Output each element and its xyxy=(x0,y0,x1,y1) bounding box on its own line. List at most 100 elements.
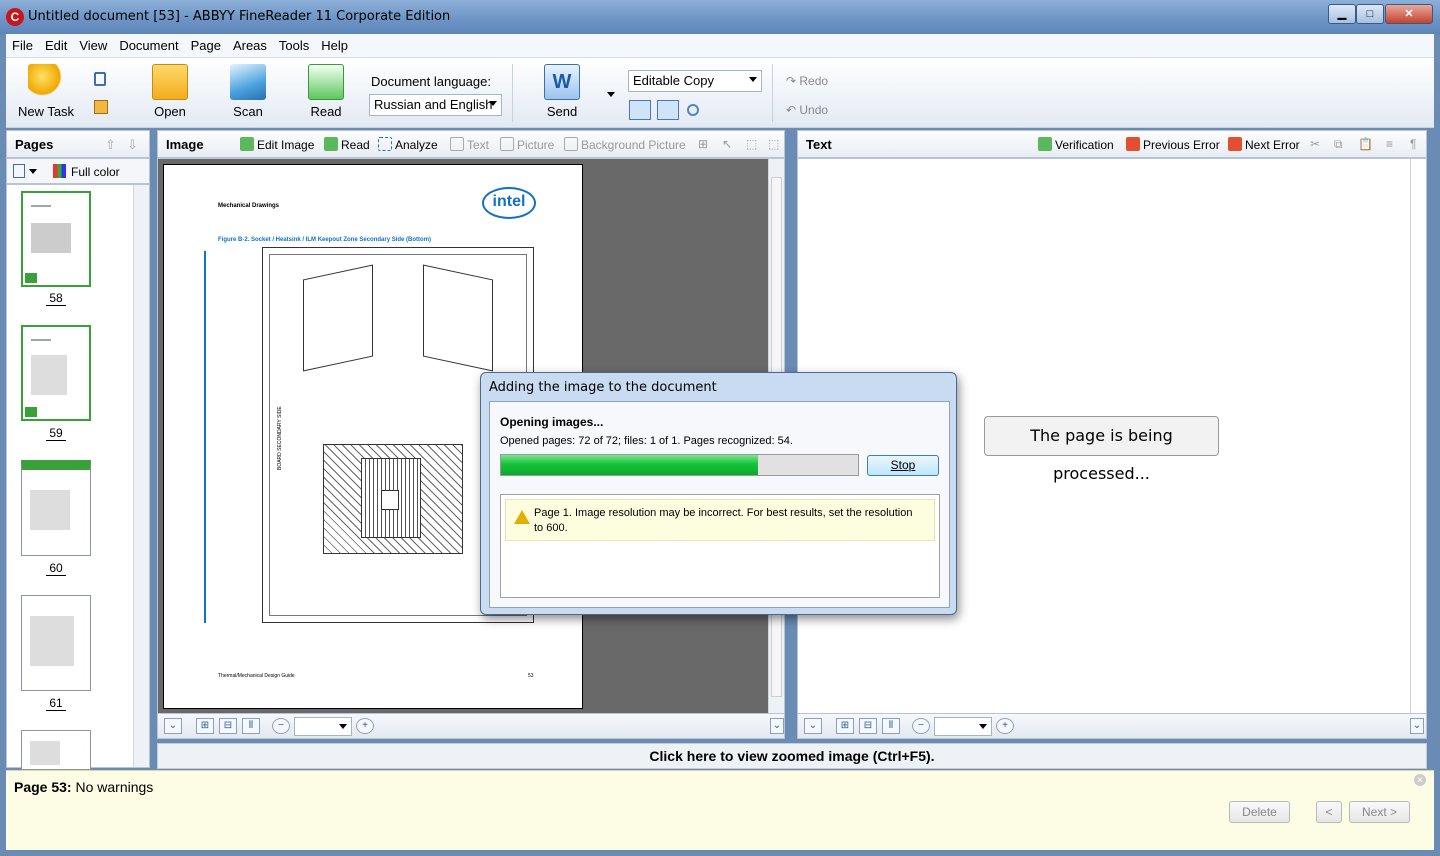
text-scrollbar[interactable] xyxy=(1410,159,1426,713)
layout-text-icon[interactable] xyxy=(657,100,679,120)
output-format-select[interactable]: Editable Copy xyxy=(628,70,762,92)
new-task-button[interactable]: New Task xyxy=(14,64,78,119)
fit-page-icon[interactable]: ⊞ xyxy=(196,718,214,734)
verification-button[interactable]: Verification xyxy=(1038,137,1114,152)
app-icon: C xyxy=(6,8,24,26)
pages-scrollbar[interactable] xyxy=(133,185,149,767)
stop-button[interactable]: Stop xyxy=(867,455,939,476)
document-language-select[interactable]: Russian and English xyxy=(369,94,502,116)
crop-icon[interactable]: ⬚ xyxy=(746,137,757,151)
doc-footer-right: 53 xyxy=(528,673,534,679)
scroll-down-icon[interactable]: ⌄ xyxy=(1410,718,1424,734)
chevron-down-icon[interactable] xyxy=(29,169,37,174)
page-thumbnail[interactable] xyxy=(21,191,91,287)
select-cursor-icon[interactable]: ↖ xyxy=(722,137,732,151)
background-picture-button[interactable]: Background Picture xyxy=(564,137,686,152)
fit-width-icon[interactable]: ⊟ xyxy=(219,718,237,734)
image-title: Image xyxy=(166,137,204,152)
pages-title: Pages xyxy=(15,137,54,152)
next-error-icon xyxy=(1228,137,1242,151)
warning-item[interactable]: Page 1. Image resolution may be incorrec… xyxy=(505,499,935,541)
format-icon[interactable]: ≡ xyxy=(1386,137,1393,151)
next-error-button[interactable]: Next Error xyxy=(1228,137,1300,152)
menu-tools[interactable]: Tools xyxy=(273,34,315,53)
copy-icon[interactable] xyxy=(94,72,106,86)
zoom-out-icon[interactable]: − xyxy=(272,718,290,734)
table-area-icon[interactable]: ⊞ xyxy=(698,137,708,151)
menu-page[interactable]: Page xyxy=(185,34,227,53)
send-button[interactable]: W Send xyxy=(530,64,594,119)
copy-icon[interactable]: ⧉ xyxy=(1334,137,1343,152)
undo-button[interactable]: ↶ Undo xyxy=(786,103,828,117)
move-down-icon[interactable]: ⇩ xyxy=(127,137,138,153)
cut-icon[interactable]: ✂ xyxy=(1310,137,1320,151)
read-button[interactable]: Read xyxy=(294,64,358,119)
pilcrow-icon[interactable]: ¶ xyxy=(1410,137,1416,151)
text-area-button[interactable]: Text xyxy=(450,137,489,152)
fit-height-icon[interactable]: ⫴ xyxy=(242,718,260,734)
edit-image-button[interactable]: Edit Image xyxy=(240,137,314,152)
toolbar-separator xyxy=(512,64,513,122)
menu-help[interactable]: Help xyxy=(315,34,354,53)
collapse-icon[interactable]: ⌄ xyxy=(804,718,822,734)
picture-area-button[interactable]: Picture xyxy=(500,137,554,152)
fit-width-icon[interactable]: ⊟ xyxy=(859,718,877,734)
word-document-icon: W xyxy=(544,64,580,100)
previous-warning-button[interactable]: < xyxy=(1316,801,1342,823)
warning-icon xyxy=(514,510,530,524)
paste-icon[interactable]: 📋 xyxy=(1358,137,1373,151)
scroll-down-icon[interactable]: ⌄ xyxy=(770,718,784,734)
delete-button[interactable]: Delete xyxy=(1229,801,1290,823)
page-thumbnail[interactable] xyxy=(21,730,91,770)
collapse-icon[interactable]: ⌄ xyxy=(164,718,182,734)
zoom-level-select[interactable] xyxy=(294,717,352,736)
dialog-title: Adding the image to the document xyxy=(489,380,717,395)
menu-view[interactable]: View xyxy=(73,34,113,53)
resize-icon[interactable]: ⬚ xyxy=(768,137,779,151)
next-warning-button[interactable]: Next > xyxy=(1349,801,1410,823)
send-options-chevron-icon[interactable] xyxy=(607,92,615,97)
options-wrench-icon[interactable] xyxy=(687,104,699,116)
dialog-detail: Opened pages: 72 of 72; files: 1 of 1. P… xyxy=(500,435,793,447)
close-button[interactable]: ✕ xyxy=(1385,4,1433,24)
view-mode-select[interactable] xyxy=(13,164,25,178)
zoom-level-select[interactable] xyxy=(934,717,992,736)
redo-button[interactable]: ↷ Redo xyxy=(786,74,828,88)
chevron-down-icon xyxy=(749,77,757,82)
move-up-icon[interactable]: ⇧ xyxy=(105,137,116,153)
figure-caption: Figure B-2. Socket / Heatsink / ILM Keep… xyxy=(218,237,432,243)
page-thumbnail[interactable] xyxy=(21,325,91,421)
open-button[interactable]: Open xyxy=(138,64,202,119)
zoom-out-icon[interactable]: − xyxy=(912,718,930,734)
color-mode-label[interactable]: Full color xyxy=(71,165,120,179)
zoom-image-link[interactable]: Click here to view zoomed image (Ctrl+F5… xyxy=(157,743,1427,769)
board-side-label: BOARD SECONDARY SIDE xyxy=(277,406,283,470)
menu-file[interactable]: File xyxy=(6,34,39,53)
read-page-button[interactable]: Read xyxy=(324,137,370,152)
fit-height-icon[interactable]: ⫴ xyxy=(882,718,900,734)
close-panel-icon[interactable]: ✕ xyxy=(1414,774,1426,786)
scan-button[interactable]: Scan xyxy=(216,64,280,119)
menu-areas[interactable]: Areas xyxy=(227,34,273,53)
layout-image-icon[interactable] xyxy=(629,100,651,120)
analyze-button[interactable]: Analyze xyxy=(378,137,438,152)
scanner-icon xyxy=(230,64,266,100)
menu-document[interactable]: Document xyxy=(113,34,184,53)
chevron-down-icon xyxy=(979,724,987,729)
previous-error-button[interactable]: Previous Error xyxy=(1126,137,1220,152)
zoom-in-icon[interactable]: + xyxy=(356,718,374,734)
dialog-body: Opening images... Opened pages: 72 of 72… xyxy=(489,401,950,608)
image-zoom-toolbar: ⌄ ⊞ ⊟ ⫴ − + ⌄ xyxy=(157,713,785,739)
page-thumbnail[interactable] xyxy=(21,460,91,556)
fit-page-icon[interactable]: ⊞ xyxy=(836,718,854,734)
menu-edit[interactable]: Edit xyxy=(39,34,73,53)
image-pane-header: Image Edit Image Read Analyze Text Pictu… xyxy=(157,130,785,158)
paste-icon[interactable] xyxy=(94,100,108,114)
zoom-in-icon[interactable]: + xyxy=(996,718,1014,734)
minimize-button[interactable]: ▁ xyxy=(1328,4,1356,24)
page-thumbnail[interactable] xyxy=(21,595,91,691)
maximize-button[interactable]: □ xyxy=(1356,4,1384,24)
folder-icon xyxy=(152,64,188,100)
warnings-panel: Page 53: No warnings ✕ Delete < Next > xyxy=(6,770,1434,850)
text-pane-header: Text Verification Previous Error Next Er… xyxy=(797,130,1427,158)
